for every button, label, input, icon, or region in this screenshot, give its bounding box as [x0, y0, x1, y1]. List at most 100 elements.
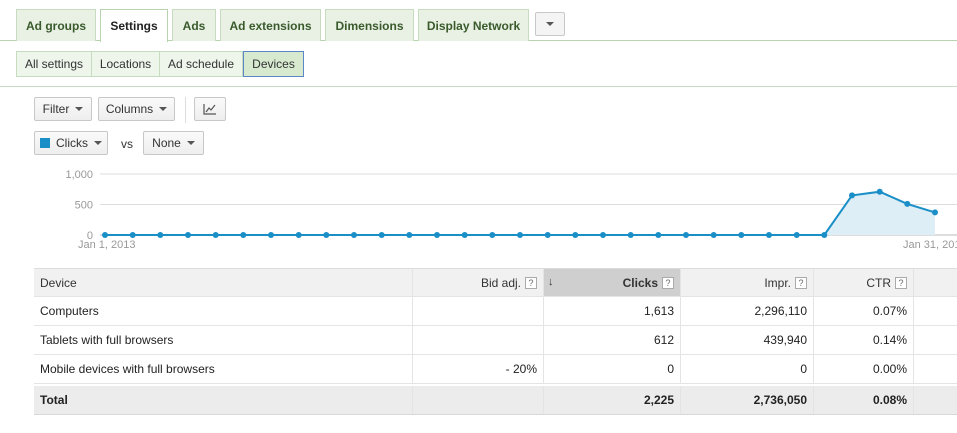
- cell-ctr: 0.07%: [814, 297, 914, 325]
- question-icon[interactable]: ?: [662, 276, 674, 289]
- data-point[interactable]: [295, 232, 302, 238]
- tab-settings[interactable]: Settings: [100, 9, 168, 42]
- subtab-ad-schedule[interactable]: Ad schedule: [159, 51, 243, 77]
- data-point[interactable]: [849, 192, 855, 199]
- data-point[interactable]: [517, 232, 523, 238]
- tab-ads[interactable]: Ads: [172, 9, 216, 41]
- tab-label: Display Network: [426, 18, 521, 33]
- column-header-clicks[interactable]: ↓ Clicks ?: [544, 269, 681, 296]
- tab-label: Ad extensions: [229, 18, 312, 33]
- subtab-all-settings[interactable]: All settings: [16, 51, 92, 77]
- caret-down-icon: [186, 141, 195, 145]
- data-point[interactable]: [129, 232, 136, 238]
- metric-select-none[interactable]: None: [143, 131, 204, 155]
- cell-clicks: 612: [544, 326, 681, 354]
- tab-dimensions[interactable]: Dimensions: [325, 9, 414, 41]
- filter-button[interactable]: Filter: [34, 97, 92, 121]
- data-point[interactable]: [489, 232, 496, 238]
- data-point[interactable]: [572, 232, 579, 238]
- data-point[interactable]: [185, 232, 191, 238]
- tab-label: Ads: [182, 18, 206, 33]
- settings-subtabs: All settings Locations Ad schedule Devic…: [0, 41, 957, 87]
- toggle-chart-button[interactable]: [194, 97, 226, 121]
- more-tabs-button[interactable]: [535, 12, 565, 36]
- subtab-label: All settings: [24, 57, 84, 71]
- subtab-locations[interactable]: Locations: [91, 51, 160, 77]
- cell-total-ctr: 0.08%: [814, 386, 914, 414]
- header-label: Impr.: [764, 275, 791, 290]
- table-row[interactable]: Computers 1,613 2,296,110 0.07%: [34, 297, 957, 326]
- data-point[interactable]: [544, 232, 551, 238]
- data-point[interactable]: [240, 232, 247, 238]
- data-point[interactable]: [323, 232, 330, 238]
- cell-device: Tablets with full browsers: [34, 326, 413, 354]
- down-arrow-icon: ↓: [548, 276, 554, 288]
- cell-device: Computers: [34, 297, 413, 325]
- data-point[interactable]: [876, 188, 883, 195]
- cell-bid-adj[interactable]: [413, 297, 544, 325]
- table-row[interactable]: Mobile devices with full browsers - 20% …: [34, 355, 957, 384]
- series-color-swatch: [40, 138, 50, 148]
- data-point[interactable]: [821, 232, 828, 238]
- data-point[interactable]: [378, 232, 385, 238]
- data-point[interactable]: [157, 232, 164, 238]
- data-point[interactable]: [738, 232, 745, 238]
- cell-device: Mobile devices with full browsers: [34, 355, 413, 383]
- column-header-extra: [914, 269, 957, 296]
- chevron-down-icon: [546, 22, 554, 26]
- data-point[interactable]: [102, 232, 108, 238]
- cell-impr: 439,940: [681, 326, 814, 354]
- tab-ad-groups[interactable]: Ad groups: [16, 9, 96, 41]
- data-point[interactable]: [461, 232, 468, 238]
- subtab-label: Locations: [99, 57, 152, 71]
- question-icon[interactable]: ?: [795, 276, 807, 289]
- tab-ad-extensions[interactable]: Ad extensions: [220, 9, 321, 41]
- column-header-impr[interactable]: Impr. ?: [681, 269, 814, 296]
- vs-label: vs: [121, 137, 133, 151]
- data-point[interactable]: [627, 232, 634, 238]
- subtab-label: Ad schedule: [167, 57, 235, 71]
- metric-select-clicks[interactable]: Clicks: [34, 131, 108, 155]
- data-point[interactable]: [655, 232, 662, 238]
- header-label: CTR: [866, 275, 891, 290]
- cell-ctr: 0.14%: [814, 326, 914, 354]
- header-label: Device: [40, 275, 77, 290]
- performance-chart: 1,0005000 Jan 1, 2013 Jan 31, 2013: [65, 169, 957, 251]
- tab-label: Dimensions: [335, 18, 404, 33]
- data-point[interactable]: [212, 232, 219, 238]
- data-point[interactable]: [904, 200, 911, 207]
- data-point[interactable]: [793, 232, 800, 238]
- subtab-devices[interactable]: Devices: [243, 51, 304, 77]
- columns-label: Columns: [105, 102, 154, 116]
- column-header-bid-adj[interactable]: Bid adj. ?: [413, 269, 544, 296]
- question-icon[interactable]: ?: [895, 276, 907, 289]
- question-icon[interactable]: ?: [525, 276, 537, 289]
- data-point[interactable]: [766, 232, 772, 238]
- data-point[interactable]: [406, 232, 413, 238]
- column-header-device[interactable]: Device: [34, 269, 413, 296]
- metric2-label: None: [152, 136, 181, 150]
- tab-label: Ad groups: [26, 18, 86, 33]
- data-point[interactable]: [600, 232, 606, 238]
- data-point[interactable]: [351, 232, 357, 238]
- cell-ctr: 0.00%: [814, 355, 914, 383]
- caret-down-icon: [159, 107, 168, 111]
- column-header-ctr[interactable]: CTR ?: [814, 269, 914, 296]
- table-total-row: Total 2,225 2,736,050 0.08%: [34, 386, 957, 415]
- table-row[interactable]: Tablets with full browsers 612 439,940 0…: [34, 326, 957, 355]
- tab-display-network[interactable]: Display Network: [418, 9, 529, 41]
- data-point[interactable]: [268, 232, 274, 238]
- metric1-label: Clicks: [56, 136, 88, 150]
- data-point[interactable]: [932, 209, 938, 216]
- table-header-row: Device Bid adj. ? ↓ Clicks ? Impr. ? CTR…: [34, 268, 957, 297]
- columns-button[interactable]: Columns: [98, 97, 175, 121]
- cell-bid-adj[interactable]: [413, 326, 544, 354]
- filter-label: Filter: [42, 102, 70, 116]
- data-point[interactable]: [710, 232, 717, 238]
- data-point[interactable]: [434, 232, 440, 238]
- main-tabs: Ad groups Settings Ads Ad extensions Dim…: [0, 0, 957, 42]
- series-points: [102, 188, 938, 238]
- data-point[interactable]: [683, 232, 689, 238]
- series-line: [105, 190, 936, 236]
- cell-bid-adj[interactable]: - 20%: [413, 355, 544, 383]
